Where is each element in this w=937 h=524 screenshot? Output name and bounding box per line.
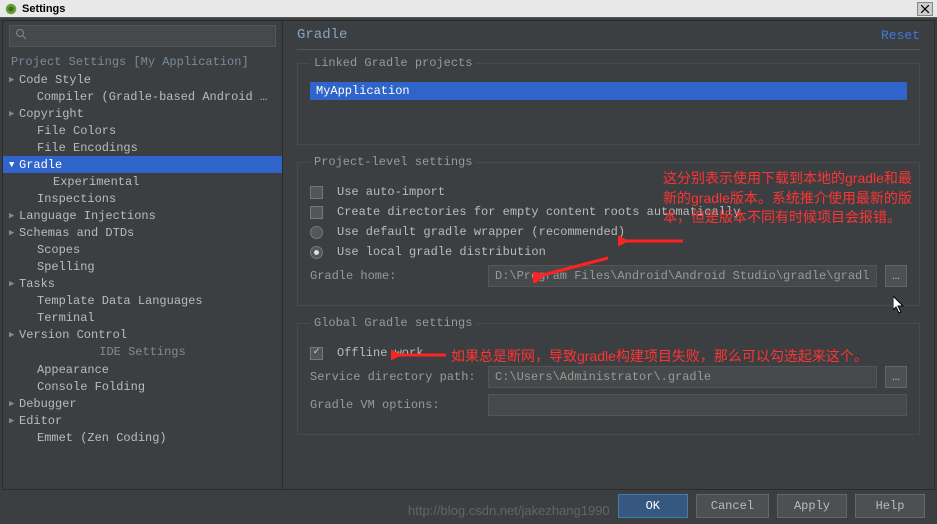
expand-arrow-icon: ▶ — [9, 75, 19, 85]
cancel-button[interactable]: Cancel — [696, 494, 769, 518]
project-level-section: Project-level settings Use auto-import C… — [297, 155, 920, 306]
ide-settings-header: IDE Settings — [3, 343, 282, 361]
tree-item-label: Debugger — [19, 397, 77, 411]
create-dirs-label: Create directories for empty content roo… — [337, 205, 740, 219]
tree-item[interactable]: Console Folding — [3, 378, 282, 395]
tree-item[interactable]: ▶Tasks — [3, 275, 282, 292]
linked-projects-legend: Linked Gradle projects — [310, 56, 476, 70]
linked-project-item[interactable]: MyApplication — [310, 82, 907, 100]
expand-arrow-icon: ▶ — [9, 228, 19, 238]
global-settings-legend: Global Gradle settings — [310, 316, 476, 330]
tree-item-label: Inspections — [37, 192, 116, 206]
default-wrapper-radio[interactable] — [310, 226, 323, 239]
expand-arrow-icon: ▶ — [9, 109, 19, 119]
tree-item-label: Code Style — [19, 73, 91, 87]
tree-item-label: Spelling — [37, 260, 95, 274]
create-dirs-checkbox[interactable] — [310, 206, 323, 219]
expand-arrow-icon: ▶ — [9, 279, 19, 289]
expand-arrow-icon: ▼ — [9, 160, 19, 170]
project-settings-header: Project Settings [My Application] — [3, 53, 282, 71]
close-button[interactable] — [917, 2, 933, 16]
tree-item[interactable]: File Colors — [3, 122, 282, 139]
auto-import-checkbox[interactable] — [310, 186, 323, 199]
tree-item-label: Editor — [19, 414, 62, 428]
local-distribution-radio[interactable] — [310, 246, 323, 259]
tree-item[interactable]: Scopes — [3, 241, 282, 258]
linked-projects-section: Linked Gradle projects MyApplication — [297, 56, 920, 145]
main-panel: Gradle Reset Linked Gradle projects MyAp… — [283, 21, 934, 489]
gradle-home-input[interactable] — [488, 265, 877, 287]
sidebar: Project Settings [My Application] ▶Code … — [3, 21, 283, 489]
tree-item[interactable]: ▶Copyright — [3, 105, 282, 122]
tree-item-label: Scopes — [37, 243, 80, 257]
tree-item-label: File Colors — [37, 124, 116, 138]
tree-item[interactable]: Inspections — [3, 190, 282, 207]
vm-options-label: Gradle VM options: — [310, 398, 480, 412]
local-distribution-label: Use local gradle distribution — [337, 245, 546, 259]
tree-item-label: Emmet (Zen Coding) — [37, 431, 167, 445]
tree-item[interactable]: Appearance — [3, 361, 282, 378]
page-title: Gradle — [297, 27, 347, 43]
tree-item-label: Template Data Languages — [37, 294, 203, 308]
tree-item[interactable]: File Encodings — [3, 139, 282, 156]
tree-item-label: Terminal — [37, 311, 95, 325]
gradle-home-label: Gradle home: — [310, 269, 480, 283]
offline-work-checkbox[interactable] — [310, 347, 323, 360]
default-wrapper-label: Use default gradle wrapper (recommended) — [337, 225, 625, 239]
tree-item-label: File Encodings — [37, 141, 138, 155]
tree-item-label: Copyright — [19, 107, 84, 121]
offline-work-label: Offline work — [337, 346, 423, 360]
settings-tree: Project Settings [My Application] ▶Code … — [3, 51, 282, 489]
tree-item[interactable]: ▶Debugger — [3, 395, 282, 412]
tree-item-label: Console Folding — [37, 380, 145, 394]
ok-button[interactable]: OK — [618, 494, 688, 518]
tree-item[interactable]: ▶Editor — [3, 412, 282, 429]
tree-item[interactable]: ▶Code Style — [3, 71, 282, 88]
watermark: http://blog.csdn.net/jakezhang1990 — [408, 503, 610, 518]
tree-item[interactable]: ▶Schemas and DTDs — [3, 224, 282, 241]
close-icon — [921, 5, 929, 13]
project-level-legend: Project-level settings — [310, 155, 476, 169]
apply-button[interactable]: Apply — [777, 494, 847, 518]
tree-item[interactable]: ▶Version Control — [3, 326, 282, 343]
tree-item-label: Gradle — [19, 158, 62, 172]
tree-item[interactable]: Emmet (Zen Coding) — [3, 429, 282, 446]
tree-item[interactable]: ▶Language Injections — [3, 207, 282, 224]
vm-options-input[interactable] — [488, 394, 907, 416]
help-button[interactable]: Help — [855, 494, 925, 518]
service-dir-browse-button[interactable]: … — [885, 366, 907, 388]
tree-item[interactable]: Compiler (Gradle-based Android ... — [3, 88, 282, 105]
search-input[interactable] — [9, 25, 276, 47]
tree-item-label: Compiler (Gradle-based Android ... — [37, 90, 274, 104]
global-settings-section: Global Gradle settings Offline work Serv… — [297, 316, 920, 435]
tree-item[interactable]: Experimental — [3, 173, 282, 190]
expand-arrow-icon: ▶ — [9, 211, 19, 221]
titlebar: Settings — [0, 0, 937, 18]
search-icon — [15, 28, 27, 44]
tree-item[interactable]: Template Data Languages — [3, 292, 282, 309]
tree-item-label: Tasks — [19, 277, 55, 291]
expand-arrow-icon: ▶ — [9, 416, 19, 426]
tree-item[interactable]: Spelling — [3, 258, 282, 275]
tree-item-label: Appearance — [37, 363, 109, 377]
service-dir-input[interactable] — [488, 366, 877, 388]
window-title: Settings — [22, 3, 65, 15]
reset-link[interactable]: Reset — [881, 28, 920, 43]
expand-arrow-icon: ▶ — [9, 399, 19, 409]
auto-import-label: Use auto-import — [337, 185, 445, 199]
tree-item[interactable]: ▼Gradle — [3, 156, 282, 173]
dialog-buttons: OK Cancel Apply Help — [618, 494, 925, 518]
tree-item-label: Experimental — [53, 175, 139, 189]
expand-arrow-icon: ▶ — [9, 330, 19, 340]
gradle-home-browse-button[interactable]: … — [885, 265, 907, 287]
app-icon — [4, 2, 18, 16]
tree-item-label: Schemas and DTDs — [19, 226, 134, 240]
tree-item[interactable]: Terminal — [3, 309, 282, 326]
tree-item-label: Language Injections — [19, 209, 156, 223]
service-dir-label: Service directory path: — [310, 370, 480, 384]
tree-item-label: Version Control — [19, 328, 127, 342]
